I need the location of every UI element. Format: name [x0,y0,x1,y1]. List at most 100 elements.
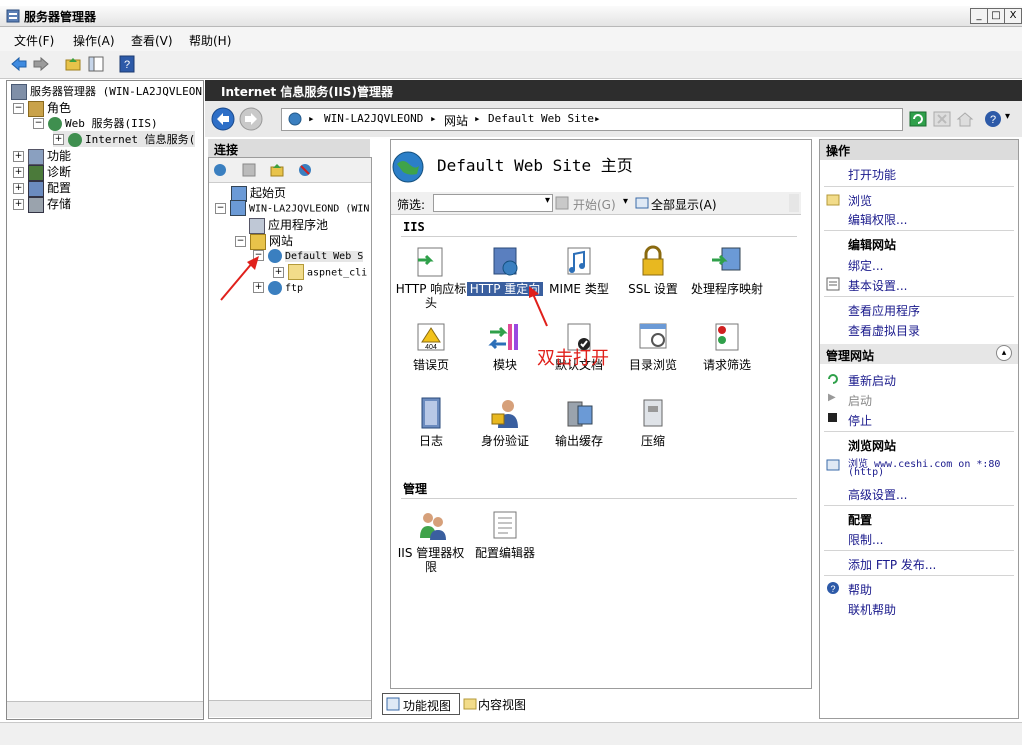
breadcrumb-sites[interactable]: 网站 [444,112,468,129]
tree-item-iis-manager[interactable]: + Internet 信息服务( [53,131,196,147]
back-arrow-icon[interactable] [10,55,28,73]
menu-file[interactable]: 文件(F) [14,32,54,49]
conn-start-page[interactable]: 起始页 [231,184,286,202]
action-view-applications[interactable]: 查看应用程序 [848,302,920,319]
feature-request-filtering[interactable]: 请求筛选 [689,320,765,372]
menu-action[interactable]: 操作(A) [73,32,115,49]
collapse-icon[interactable]: − [215,202,226,214]
action-view-virtual-directories[interactable]: 查看虚拟目录 [848,322,920,339]
tree-item-features[interactable]: + 功能 [13,147,71,165]
configuration-editor-icon [493,511,517,539]
action-edit-permissions[interactable]: 编辑权限... [848,211,907,228]
show-all-button[interactable]: 全部显示(A) [651,196,717,213]
menu-view[interactable]: 查看(V) [131,32,173,49]
action-browse[interactable]: 浏览 [848,192,872,209]
tree-item-roles[interactable]: − 角色 [13,99,71,117]
svg-text:?: ? [830,584,835,594]
show-all-icon[interactable] [635,196,649,210]
expand-icon[interactable]: + [13,167,24,178]
tab-feature-view[interactable]: 功能视图 [382,693,460,715]
feature-error-pages[interactable]: 404 错误页 [393,320,469,372]
tree-root[interactable]: 服务器管理器 (WIN-LA2JQVLEON [11,83,202,100]
nav-back-icon[interactable] [211,107,235,131]
start-button[interactable]: 开始(G) [573,196,616,213]
action-stop[interactable]: 停止 [848,412,872,429]
feature-directory-browsing[interactable]: 目录浏览 [615,320,691,372]
action-bindings[interactable]: 绑定... [848,257,883,274]
feature-output-caching[interactable]: 输出缓存 [541,396,617,448]
conn-sites[interactable]: − 网站 [235,232,293,250]
horizontal-scrollbar[interactable] [209,700,371,717]
feature-ssl-settings[interactable]: SSL 设置 [615,244,691,296]
feature-logging[interactable]: 日志 [393,396,469,448]
collapse-icon[interactable]: − [13,103,24,114]
disconnect-icon[interactable] [297,162,313,178]
collapse-chevron-icon[interactable]: ▴ [996,345,1012,361]
chevron-down-icon[interactable]: ▾ [623,196,628,207]
conn-default-site[interactable]: − Default Web S [253,248,371,264]
separator [824,505,1014,506]
up-icon[interactable] [269,162,285,178]
collapse-icon[interactable]: − [235,236,246,247]
expand-icon[interactable]: + [53,134,64,145]
collapse-icon[interactable]: − [33,118,44,129]
horizontal-scrollbar[interactable] [7,701,203,718]
feature-handler-mappings[interactable]: 处理程序映射 [689,244,765,296]
home-icon[interactable] [956,110,974,128]
save-icon[interactable] [241,162,257,178]
minimize-button[interactable]: _ [970,8,988,24]
scroll-arrow[interactable] [789,194,799,212]
action-basic-settings[interactable]: 基本设置... [848,277,907,294]
tree-configuration-label: 配置 [47,181,72,195]
action-online-help[interactable]: 联机帮助 [848,601,896,618]
section-edit-site: 编辑网站 [848,238,897,252]
expand-icon[interactable]: + [13,151,24,162]
action-restart[interactable]: 重新启动 [848,372,896,389]
close-button[interactable]: X [1004,8,1022,24]
menu-help[interactable]: 帮助(H) [189,32,231,49]
tab-content-view[interactable]: 内容视图 [460,693,536,713]
help-icon[interactable]: ? [984,110,1002,128]
tree-item-storage[interactable]: + 存储 [13,195,71,213]
menu-bar: 文件(F) 操作(A) 查看(V) 帮助(H) [0,27,1022,51]
breadcrumb-site[interactable]: Default Web Site [488,112,594,125]
breadcrumb[interactable]: ▸ WIN-LA2JQVLEOND ▸ 网站 ▸ Default Web Sit… [281,108,903,131]
stop-icon[interactable] [933,110,951,128]
conn-aspnet[interactable]: + aspnet_cli [273,264,371,280]
up-folder-icon[interactable] [64,55,82,73]
forward-arrow-icon[interactable] [32,55,50,73]
help-dropdown-icon[interactable]: ▾ [1005,111,1010,122]
action-advanced-settings[interactable]: 高级设置... [848,486,907,503]
conn-app-pools[interactable]: 应用程序池 [249,216,328,234]
action-open-feature[interactable]: 打开功能 [848,166,896,183]
tree-item-diagnostics[interactable]: + 诊断 [13,163,71,181]
action-help[interactable]: 帮助 [848,581,872,598]
conn-ftp-label: ftp [285,283,304,294]
filter-input[interactable]: ▾ [433,194,553,212]
show-hide-tree-icon[interactable] [87,55,105,73]
tree-item-configuration[interactable]: + 配置 [13,179,72,197]
action-browse-url-protocol[interactable]: (http) [848,467,884,478]
chevron-down-icon[interactable]: ▾ [545,195,550,206]
server-manager-icon [6,9,20,23]
maximize-button[interactable]: □ [987,8,1005,24]
feature-http-response-headers[interactable]: HTTP 响应标头 [393,244,469,310]
go-icon[interactable] [555,196,569,210]
feature-compression[interactable]: 压缩 [615,396,691,448]
breadcrumb-server[interactable]: WIN-LA2JQVLEOND [324,112,423,125]
action-start[interactable]: 启动 [848,392,872,409]
feature-configuration-editor[interactable]: 配置编辑器 [467,508,543,560]
expand-icon[interactable]: + [273,266,284,278]
help-book-icon[interactable]: ? [118,55,136,73]
connect-icon[interactable] [212,162,228,178]
conn-server[interactable]: − WIN-LA2JQVLEOND (WIN [215,200,369,216]
tree-item-web-server[interactable]: − Web 服务器(IIS) [33,115,158,131]
action-limits[interactable]: 限制... [848,531,883,548]
nav-forward-icon[interactable] [239,107,263,131]
expand-icon[interactable]: + [13,199,24,210]
feature-iis-manager-permissions[interactable]: IIS 管理器权限 [393,508,469,574]
action-add-ftp[interactable]: 添加 FTP 发布... [848,556,936,573]
refresh-icon[interactable] [909,110,927,128]
feature-authentication[interactable]: 身份验证 [467,396,543,448]
expand-icon[interactable]: + [13,183,24,194]
